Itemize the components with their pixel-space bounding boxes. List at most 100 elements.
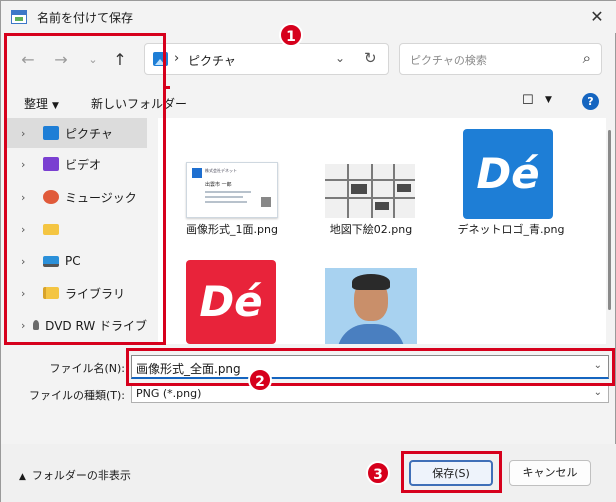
scrollbar-thumb[interactable] — [608, 130, 611, 310]
card-company: 株式会社デネット — [205, 168, 237, 173]
nav-item-videos[interactable]: › ビデオ — [7, 149, 147, 179]
expand-chevron-icon[interactable]: › — [21, 191, 39, 204]
search-icon[interactable]: ⌕ — [583, 49, 591, 67]
person-body — [337, 324, 405, 344]
save-button[interactable]: 保存(S) — [409, 460, 493, 486]
expand-chevron-icon[interactable]: › — [21, 223, 39, 236]
up-arrow-icon[interactable]: ↑ — [108, 48, 132, 72]
nav-item-libraries[interactable]: › ライブラリ — [7, 278, 147, 308]
folder-icon — [43, 223, 59, 235]
filetype-value: PNG (*.png) — [136, 387, 202, 400]
dvd-drive-icon — [32, 320, 40, 330]
dennet-logo-blue-thumbnail: Dé — [463, 129, 553, 219]
card-person: 出雲市 一郎 — [205, 182, 232, 188]
card-line — [205, 201, 247, 203]
address-dropdown-icon[interactable]: ⌄ — [335, 51, 345, 65]
view-layout-icon[interactable]: ☐ — [522, 93, 534, 108]
navigation-pane: › ピクチャ › ビデオ › ミュージック › › PC › ライブラリ › D… — [7, 118, 156, 344]
map-road — [325, 197, 415, 199]
map-block — [351, 184, 367, 194]
nav-item-folder[interactable]: › — [7, 214, 147, 244]
expand-chevron-icon[interactable]: › — [21, 255, 39, 268]
qr-code-icon — [261, 197, 271, 207]
pc-icon — [43, 255, 59, 267]
expand-chevron-icon[interactable]: › — [21, 127, 39, 140]
dialog-title: 名前を付けて保存 — [37, 10, 134, 25]
command-bar: 整理 ▼ 新しいフォルダー ☐ ▼ ? — [1, 87, 616, 117]
nav-item-label: DVD RW ドライブ — [45, 318, 147, 333]
breadcrumb-current[interactable]: ピクチャ — [188, 52, 236, 69]
close-icon[interactable]: ✕ — [583, 7, 611, 27]
new-folder-button[interactable]: 新しいフォルダー — [91, 95, 187, 112]
file-list-scrollbar[interactable] — [606, 118, 612, 344]
library-icon — [43, 287, 59, 299]
annotation-badge-1: 1 — [279, 23, 303, 47]
card-line — [205, 191, 251, 193]
organize-button[interactable]: 整理 ▼ — [24, 95, 59, 112]
nav-item-label: PC — [65, 254, 81, 268]
expand-chevron-icon[interactable]: › — [21, 158, 39, 171]
address-bar[interactable]: › ピクチャ ⌄ ↻ — [144, 43, 389, 75]
caret-up-icon: ▲ — [19, 472, 26, 482]
search-box[interactable]: ピクチャの検索 ⌕ — [399, 43, 602, 75]
cancel-button[interactable]: キャンセル — [509, 460, 591, 486]
annotation-badge-2: 2 — [248, 368, 272, 392]
nav-item-label: ピクチャ — [65, 126, 113, 141]
app-icon — [11, 10, 27, 24]
view-caret-down-icon[interactable]: ▼ — [545, 95, 552, 105]
expand-chevron-icon[interactable]: › — [21, 287, 39, 300]
recent-locations-chevron-icon[interactable]: ⌄ — [81, 48, 105, 72]
filetype-label: ファイルの種類(T): — [28, 389, 125, 402]
business-card-thumbnail: 株式会社デネット 出雲市 一郎 — [186, 162, 278, 218]
search-input[interactable]: ピクチャの検索 — [410, 52, 487, 68]
map-thumbnail — [325, 164, 415, 218]
nav-item-dvd-drive[interactable]: › DVD RW ドライブ — [7, 310, 147, 340]
breadcrumb-separator-icon: › — [174, 51, 180, 66]
videos-icon — [43, 157, 59, 171]
nav-item-label: ビデオ — [65, 157, 102, 172]
hide-folders-button[interactable]: ▲ フォルダーの非表示 — [19, 467, 131, 483]
nav-item-label: ミュージック — [65, 190, 137, 205]
map-road — [325, 179, 415, 181]
music-icon — [43, 190, 59, 204]
forward-arrow-icon[interactable]: → — [49, 48, 73, 72]
annotation-badge-3: 3 — [366, 461, 390, 485]
portrait-photo-thumbnail — [325, 268, 417, 344]
map-road — [393, 164, 395, 218]
organize-label: 整理 — [24, 97, 49, 111]
map-block — [397, 184, 411, 192]
card-line — [205, 196, 243, 198]
save-as-dialog: 名前を付けて保存 ✕ ← → ⌄ ↑ › ピクチャ ⌄ ↻ ピクチャの検索 ⌕ … — [0, 0, 616, 502]
nav-item-pictures[interactable]: › ピクチャ — [7, 118, 147, 148]
hide-folders-label: フォルダーの非表示 — [31, 469, 131, 482]
dialog-footer: ▲ フォルダーの非表示 保存(S) キャンセル — [1, 444, 616, 502]
help-icon[interactable]: ? — [582, 93, 599, 110]
file-list: 株式会社デネット 出雲市 一郎 画像形式_1面.png 地図下絵02.png D… — [158, 118, 606, 344]
nav-item-label: ライブラリ — [65, 286, 126, 301]
filetype-select[interactable]: PNG (*.png) ⌄ — [131, 385, 609, 403]
caret-down-icon: ▼ — [52, 101, 59, 111]
pictures-icon — [153, 52, 168, 66]
filename-label: ファイル名(N): — [49, 362, 125, 375]
chevron-down-icon[interactable]: ⌄ — [594, 387, 602, 398]
filename-field[interactable]: 画像形式_全面.png ⌄ — [131, 355, 609, 379]
file-name: デネットロゴ_青.png — [457, 223, 565, 236]
map-road — [371, 164, 373, 218]
filename-value[interactable]: 画像形式_全面.png — [136, 360, 241, 377]
file-name: 画像形式_1面.png — [186, 223, 278, 236]
card-logo — [192, 168, 202, 178]
map-block — [375, 202, 389, 210]
expand-chevron-icon[interactable]: › — [21, 319, 29, 332]
map-road — [347, 164, 349, 218]
file-name: 地図下絵02.png — [329, 223, 413, 236]
back-arrow-icon[interactable]: ← — [16, 48, 40, 72]
dennet-logo-red-thumbnail: Dé — [186, 260, 276, 344]
nav-item-pc[interactable]: › PC — [7, 246, 147, 276]
nav-item-music[interactable]: › ミュージック — [7, 182, 147, 212]
person-hair — [352, 274, 390, 290]
chevron-down-icon[interactable]: ⌄ — [594, 360, 602, 371]
pictures-icon — [43, 126, 59, 140]
refresh-icon[interactable]: ↻ — [364, 49, 377, 67]
navigation-row: ← → ⌄ ↑ › ピクチャ ⌄ ↻ ピクチャの検索 ⌕ — [1, 35, 616, 85]
title-bar: 名前を付けて保存 ✕ — [1, 1, 616, 33]
